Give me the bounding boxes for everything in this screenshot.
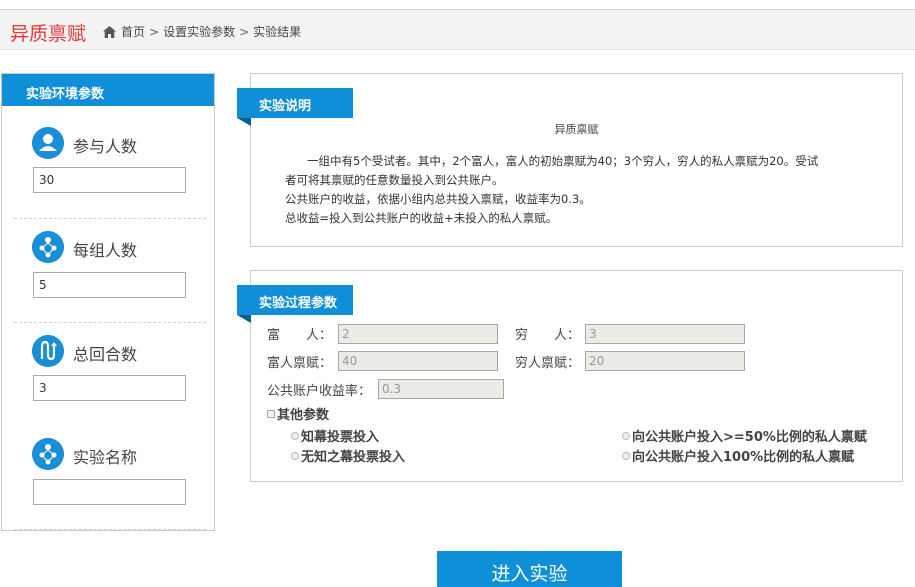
option-veil-vote[interactable]: 知幕投票投入 [291, 426, 379, 445]
rounds-icon [32, 335, 64, 367]
breadcrumb-separator: > [239, 24, 250, 39]
param-label: 每组人数 [73, 241, 138, 260]
enter-experiment-button[interactable]: 进入实验 [437, 551, 622, 587]
option-50-percent[interactable]: 向公共账户投入>=50%比例的私人禀赋 [622, 426, 867, 445]
intro-box: 实验说明 异质禀赋 一组中有5个受试者。其中，2个富人，富人的初始禀赋为40；3… [237, 73, 903, 247]
option-label: 知幕投票投入 [301, 430, 380, 445]
breadcrumb: 首页 > 设置实验参数 > 实验结果 [103, 23, 301, 40]
brand-title: 异质禀赋 [10, 23, 87, 45]
poor-endow-field[interactable]: 20 [585, 351, 745, 371]
radio-icon[interactable] [291, 451, 299, 460]
param-label: 参与人数 [73, 137, 138, 156]
experiment-name-input[interactable] [33, 479, 186, 505]
breadcrumb-home[interactable]: 首页 [121, 23, 145, 40]
breadcrumb-separator: > [149, 24, 160, 39]
option-no-veil-vote[interactable]: 无知之幕投票投入 [291, 446, 405, 465]
rounds-input[interactable] [33, 375, 186, 401]
intro-line: 者可将其禀赋的任意数量投入到公共账户。 [285, 173, 504, 187]
other-params-label: 其他参数 [277, 408, 330, 423]
rich-count-field[interactable]: 2 [338, 324, 498, 344]
other-params-checkbox[interactable] [267, 409, 275, 418]
rich-label: 富 人： [267, 328, 333, 343]
param-label: 总回合数 [73, 345, 138, 364]
radio-icon[interactable] [622, 431, 630, 440]
divider [14, 529, 206, 530]
rate-field[interactable]: 0.3 [378, 379, 504, 399]
divider [14, 218, 206, 219]
breadcrumb-results[interactable]: 实验结果 [253, 23, 301, 40]
breadcrumb-settings[interactable]: 设置实验参数 [163, 23, 235, 40]
radio-icon[interactable] [622, 451, 630, 460]
intro-tag: 实验说明 [237, 88, 353, 126]
poor-label: 穷 人： [515, 328, 581, 343]
home-icon [103, 25, 116, 38]
user-icon [32, 127, 64, 159]
option-label: 向公共账户投入>=50%比例的私人禀赋 [632, 430, 867, 445]
option-label: 无知之幕投票投入 [301, 450, 406, 465]
group-icon [32, 231, 64, 263]
process-box: 实验过程参数 富 人： 2 穷 人： 3 富人禀赋： 40 穷人禀赋： 20 公… [237, 270, 903, 482]
poor-endow-label: 穷人禀赋： [515, 356, 581, 371]
option-label: 向公共账户投入100%比例的私人禀赋 [632, 450, 855, 465]
param-label: 实验名称 [73, 448, 138, 467]
environment-panel: 实验环境参数 参与人数 每组人数 总回合数 [1, 73, 215, 531]
other-params: 其他参数 [267, 404, 329, 423]
group-icon [32, 438, 64, 470]
participants-input[interactable] [33, 167, 186, 193]
intro-line: 一组中有5个受试者。其中，2个富人，富人的初始禀赋为40；3个穷人，穷人的私人禀… [307, 154, 819, 168]
environment-panel-title: 实验环境参数 [2, 74, 214, 106]
intro-line: 公共账户的收益，依据小组内总共投入禀赋，收益率为0.3。 [285, 192, 591, 206]
intro-line: 总收益=投入到公共账户的收益+未投入的私人禀赋。 [285, 211, 558, 225]
intro-title: 异质禀赋 [554, 123, 599, 136]
poor-count-field[interactable]: 3 [585, 324, 745, 344]
group-size-input[interactable] [33, 272, 186, 298]
process-tag: 实验过程参数 [237, 285, 353, 323]
intro-text: 一组中有5个受试者。其中，2个富人，富人的初始禀赋为40；3个穷人，穷人的私人禀… [285, 152, 870, 228]
rate-label: 公共账户收益率： [267, 384, 372, 399]
divider [14, 322, 206, 323]
option-100-percent[interactable]: 向公共账户投入100%比例的私人禀赋 [622, 446, 854, 465]
rich-endow-field[interactable]: 40 [338, 351, 498, 371]
top-bar: 异质禀赋 首页 > 设置实验参数 > 实验结果 [0, 9, 915, 50]
radio-icon[interactable] [291, 431, 299, 440]
rich-endow-label: 富人禀赋： [267, 356, 333, 371]
